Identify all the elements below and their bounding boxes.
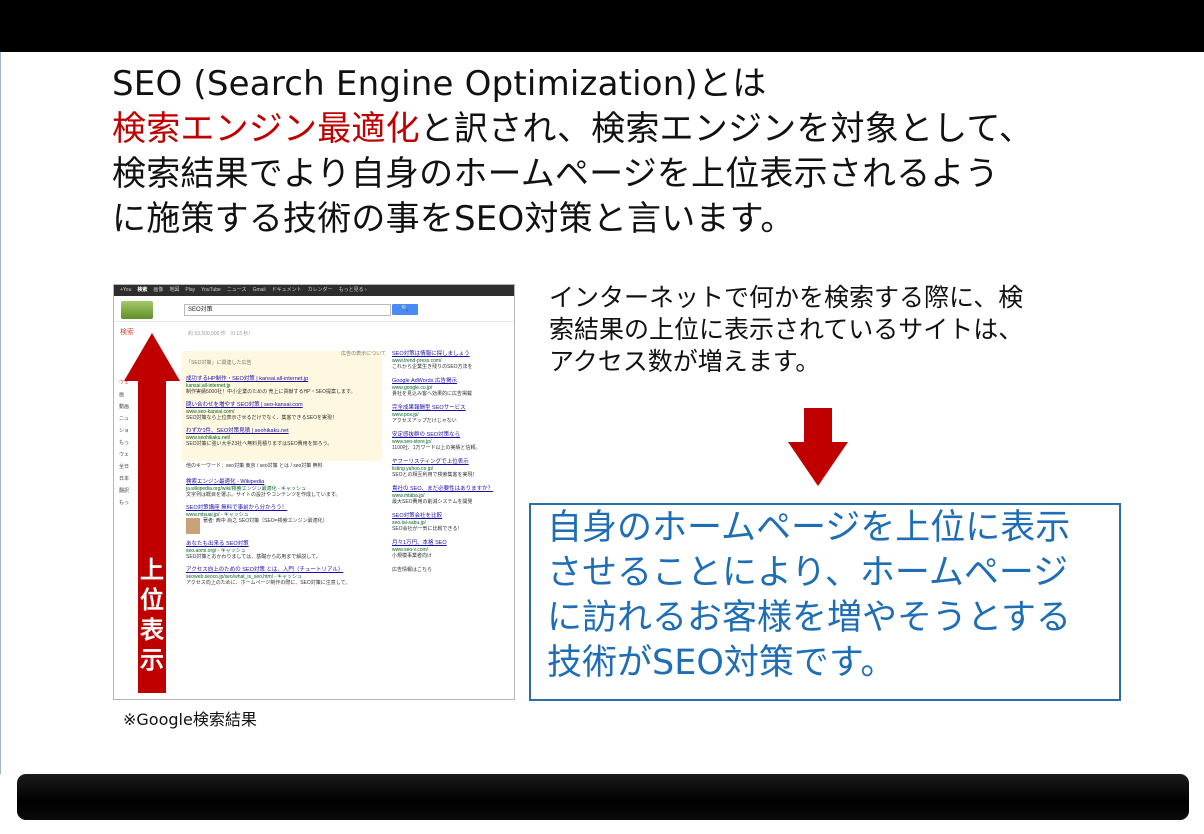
heading-highlight: 検索エンジン最適化 — [112, 109, 420, 149]
right-ad-desc: アクセスアップだけじゃない — [392, 418, 457, 424]
heading-line-2: 検索エンジン最適化と訳され、検索エンジンを対象として、 — [112, 107, 1172, 152]
topbar-item: 検索 — [137, 287, 148, 293]
right-ad: 完全成果報酬型 SEOサービス www.pos.jp/アクセスアップだけじゃない — [392, 405, 508, 424]
right-ad: SEO対策会社を比較 seo.tai-sabu.jp/SEO会社が一気に比較できる… — [392, 513, 508, 532]
topbar-item: 地図 — [169, 287, 180, 293]
topbar-item: ドキュメント — [271, 287, 302, 293]
screenshot-caption: ※Google検索結果 — [123, 710, 257, 729]
result-desc-with-thumb: 著者: 西中 尚之 SEO対策（SEO=検索エンジン最適化） — [186, 518, 386, 534]
down-arrow-icon — [788, 408, 848, 486]
right-ad-title: 完全成果報酬型 SEOサービス — [392, 405, 466, 411]
result-item: 成功するHP制作・SEO対策 | kansai.all-internet.jp … — [186, 376, 386, 395]
right-ad-title: SEO対策会社を比較 — [392, 513, 443, 519]
bottom-bar — [17, 774, 1189, 820]
conclusion-line-2: させることにより、ホームページ — [547, 553, 1069, 593]
result-title: 成功するHP制作・SEO対策 | kansai.all-internet.jp — [186, 376, 309, 382]
divider — [114, 321, 514, 322]
slide-heading: SEO (Search Engine Optimization)とは 検索エンジ… — [112, 62, 1172, 242]
right-ad-title: 安定感抜群の SEO対策なら — [392, 432, 461, 438]
ad-header-text: 「SEO対策」に関連した広告 — [186, 360, 252, 366]
result-desc: SEO対策に強い大手23社へ無料見積りますはSEO費用を知ろう。 — [186, 441, 333, 447]
paragraph-line-3: アクセス数が増えます。 — [549, 347, 821, 376]
right-ad-title: ヤフーリスティングで上位表示 — [392, 459, 469, 465]
author-thumbnail — [186, 518, 200, 534]
topbar-item: Gmail — [252, 287, 266, 293]
right-ad-desc: 1100社、1万ワード以上の実績と信頼。 — [392, 445, 481, 451]
explanation-paragraph: インターネットで何かを検索する際に、検 索結果の上位に表示されているサイトは、 … — [549, 282, 1109, 378]
top-bar — [0, 0, 1204, 52]
result-desc: アクセス向上のために、ホームページ制作の際に、SEO対策に注意して。 — [186, 580, 351, 586]
google-top-bar: +You 検索 画像 地図 Play YouTube ニュース Gmail ドキュメント カレンダ… — [114, 285, 514, 296]
right-ad: 貴社の SEO、まだ必要性はありますか？ www.mtaba.jp/最大SEO費用… — [392, 486, 508, 505]
right-ad-title: 貴社の SEO、まだ必要性はありますか？ — [392, 486, 494, 492]
result-item: アクセス向上のための SEO対策 とは、入門（チュートリアル） seoweb.s… — [186, 567, 386, 586]
right-ad-title: SEO対策は情報に探しましょう — [392, 351, 470, 357]
result-title: わずか1件、SEO対策見積 | seohikaku.net — [186, 428, 289, 434]
more-keywords-text: 他のキーワード：seo対策 東京 / seo対策 とは / seo対策 無料 — [186, 463, 323, 469]
result-desc: SEO対策とおかわりましては、基礎から応用まで解説して。 — [186, 554, 322, 560]
result-title: アクセス向上のための SEO対策 とは、入門（チュートリアル） — [186, 567, 344, 573]
right-ad: SEO対策は情報に探しましょう www.trend-press.com/これから企… — [392, 351, 508, 370]
topbar-item: +You — [120, 287, 132, 293]
ad-header: 「SEO対策」に関連した広告 広告の表示について — [186, 351, 386, 369]
topbar-item: 画像 — [153, 287, 164, 293]
search-input: SEO対策 — [184, 304, 391, 316]
topbar-item: ニュース — [226, 287, 247, 293]
heading-line-4: に施策する技術の事をSEO対策と言います。 — [112, 199, 795, 239]
up-arrow-label: 上位表示 — [140, 556, 164, 674]
right-ad-desc: 小規模事業者向け — [392, 553, 433, 559]
result-item: わずか1件、SEO対策見積 | seohikaku.net www.seohik… — [186, 428, 386, 447]
right-ad: 月々1万円、本格 SEO www.seo-v.com/小規模事業者向け — [392, 540, 508, 559]
result-item: 検索エンジン最適化 - Wikipedia ja.wikipedia.org/w… — [186, 479, 386, 498]
right-ad: Google AdWords 広告掲示 www.google.co.jp/貴社を見… — [392, 378, 508, 397]
result-item: SEO対策講座 無料で事前から分かろう！ www.mtsuai.jp/ - キャ… — [186, 505, 386, 534]
right-ad-desc: これから企業生き残りのSEO方法を — [392, 364, 473, 370]
result-item: あなたも出来る SEO対策 seo.aomi.org/ - キャッシュ SEO対… — [186, 541, 386, 560]
result-title: 検索エンジン最適化 - Wikipedia — [186, 479, 265, 485]
result-title: 問い合わせを増やす SEO対策 | seo-kansai.com — [186, 402, 303, 408]
right-ad-desc: 貴社を見込み客へ効果的に広告掲載 — [392, 391, 473, 397]
results-list: 「SEO対策」に関連した広告 広告の表示について 成功するHP制作・SEO対策 … — [186, 351, 386, 593]
topbar-item: YouTube — [201, 287, 221, 293]
result-title: SEO対策講座 無料で事前から分かろう！ — [186, 505, 288, 511]
right-ad-desc: SEO会社が一気に比較できる！ — [392, 526, 463, 532]
paragraph-line-1: インターネットで何かを検索する際に、検 — [549, 283, 1024, 312]
result-item: 問い合わせを増やす SEO対策 | seo-kansai.com www.seo… — [186, 402, 386, 421]
conclusion-line-1: 自身のホームページを上位に表示 — [547, 508, 1071, 548]
right-ad: ヤフーリスティングで上位表示 listing.yahoo.co.jp/SEOとの相… — [392, 459, 508, 478]
heading-line-2-rest: と訳され、検索エンジンを対象として、 — [419, 109, 1034, 149]
result-desc: 制作実績5000社！中小企業のための 売上に貢献するHP・SEO提案します。 — [186, 389, 356, 395]
right-ad-title: 月々1万円、本格 SEO — [392, 540, 447, 546]
topbar-item: もっと見る › — [338, 287, 367, 293]
ad-header-right: 広告の表示について — [341, 351, 386, 357]
topbar-item: Play — [185, 287, 196, 293]
search-button: 🔍 — [392, 304, 418, 315]
right-ads: SEO対策は情報に探しましょう www.trend-press.com/これから企… — [392, 351, 508, 573]
conclusion-line-3: に訪れるお客様を増やそうとする — [547, 598, 1071, 638]
heading-line-1: SEO (Search Engine Optimization)とは — [112, 64, 767, 104]
left-border-line — [0, 52, 1, 774]
google-logo — [121, 301, 153, 319]
topbar-item: カレンダー — [307, 287, 333, 293]
heading-line-3: 検索結果でより自身のホームページを上位表示されるよう — [112, 154, 999, 194]
conclusion-line-4: 技術がSEO対策です。 — [547, 643, 896, 683]
right-ad: 安定感抜群の SEO対策なら www.seo-store.jp/1100社、1万ワ… — [392, 432, 508, 451]
right-ads-more: 広告情報はこちら — [392, 567, 433, 573]
result-desc: 文字列は概目を選ぶ。サイトの設計やコンテンツを作成しています。 — [186, 492, 341, 498]
result-desc: 著者: 西中 尚之 SEO対策（SEO=検索エンジン最適化） — [203, 518, 328, 524]
right-ad-desc: 最大SEO費用の削減システムを開発 — [392, 499, 473, 505]
right-ad-title: Google AdWords 広告掲示 — [392, 378, 458, 384]
result-stats: 約 53,500,000 件 （0.13 秒） — [188, 331, 254, 337]
more-keywords: 他のキーワード：seo対策 東京 / seo対策 とは / seo対策 無料 — [186, 454, 386, 472]
right-ad-desc: SEOとの相互利用で検索集客を実現！ — [392, 472, 478, 478]
result-title: あなたも出来る SEO対策 — [186, 541, 249, 547]
conclusion-text: 自身のホームページを上位に表示 させることにより、ホームページ に訪れるお客様を… — [547, 506, 1127, 686]
paragraph-line-2: 索結果の上位に表示されているサイトは、 — [549, 315, 1024, 344]
result-desc: SEO対策なら上位表示させるだけでなく、集客できるSEOを実現！ — [186, 415, 338, 421]
